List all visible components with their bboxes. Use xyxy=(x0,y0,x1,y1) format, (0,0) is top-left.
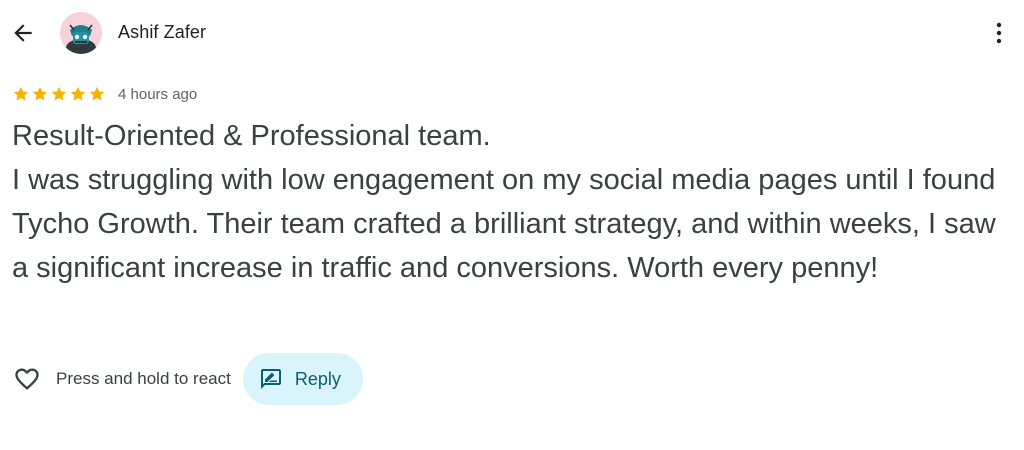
avatar[interactable] xyxy=(60,12,102,54)
review-body-text: I was struggling with low engagement on … xyxy=(12,164,996,284)
star-icon xyxy=(32,86,48,101)
react-label: Press and hold to react xyxy=(56,369,231,388)
star-icon xyxy=(13,86,29,101)
reply-message-icon xyxy=(260,369,281,389)
review-meta: 4 hours ago xyxy=(12,84,197,104)
review-detail-page: Ashif Zafer 4 hours ago Result-Oriented … xyxy=(0,0,1024,450)
back-button[interactable] xyxy=(6,16,40,50)
review-title: Result-Oriented & Professional team. xyxy=(12,120,491,152)
star-icon xyxy=(89,86,105,101)
header: Ashif Zafer xyxy=(0,0,1024,66)
reply-label: Reply xyxy=(294,368,341,389)
avatar-image xyxy=(60,12,102,54)
arrow-left-icon xyxy=(14,24,32,42)
react-button[interactable]: Press and hold to react xyxy=(12,352,231,406)
review-time: 4 hours ago xyxy=(118,85,198,103)
more-options-button[interactable] xyxy=(986,18,1012,48)
reply-button[interactable]: Reply xyxy=(242,353,363,405)
star-rating xyxy=(12,85,106,103)
more-vertical-icon xyxy=(996,22,1002,44)
review-actions: Press and hold to react Reply xyxy=(12,352,363,406)
review-text: Result-Oriented & Professional team. I w… xyxy=(12,114,1017,290)
star-icon xyxy=(51,86,67,101)
star-icon xyxy=(70,86,86,101)
heart-outline-icon xyxy=(15,368,39,390)
author-name[interactable]: Ashif Zafer xyxy=(118,22,206,43)
